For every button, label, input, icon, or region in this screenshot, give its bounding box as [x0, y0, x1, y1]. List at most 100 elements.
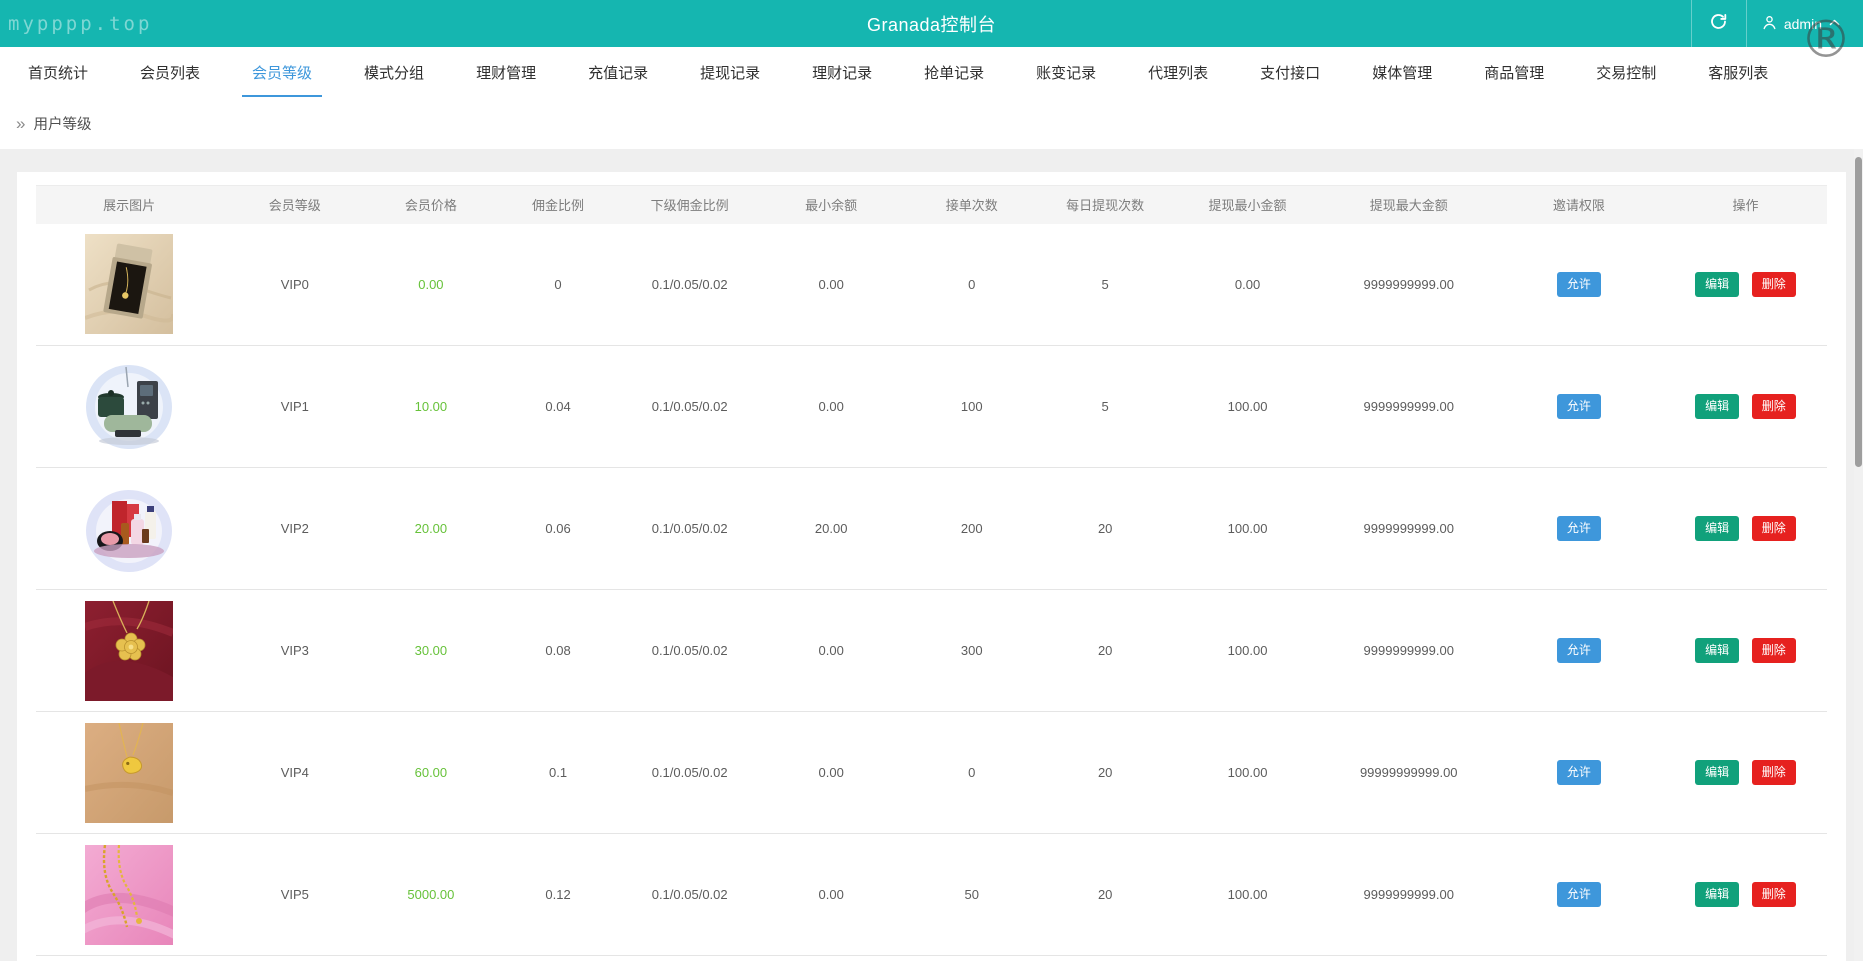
- product-image-jewelry-box-necklace: [85, 234, 174, 335]
- username: admin: [1783, 15, 1822, 32]
- table-header-row: 展示图片 会员等级 会员价格 佣金比例 下级佣金比例 最小余额 接单次数 每日提现次数 提现最小…: [36, 185, 1827, 224]
- column-header: 提现最大金额: [1323, 185, 1494, 224]
- cell-min-balance: 0.00: [757, 345, 905, 468]
- column-header: 每日提现次数: [1038, 185, 1172, 224]
- cell-min-withdraw: 100.00: [1171, 345, 1324, 468]
- cell-commission-rate: 0.1: [494, 711, 622, 834]
- column-header: 佣金比例: [494, 185, 622, 224]
- breadcrumb: » 用户等级: [0, 97, 1863, 149]
- cell-min-withdraw: 100.00: [1171, 589, 1324, 712]
- table-row: VIP0 0.00 0 0.1/0.05/0.02 0.00 0 5 0.00 …: [36, 223, 1827, 346]
- cell-order-count: 300: [904, 589, 1039, 712]
- cell-min-balance: 0.00: [757, 589, 905, 712]
- cell-daily-withdraw-count: 20: [1038, 467, 1172, 590]
- table-row: VIP2 20.00 0.06 0.1/0.05/0.02 20.00 200 …: [36, 467, 1827, 590]
- delete-button[interactable]: 删除: [1751, 515, 1796, 542]
- content-area: 展示图片 会员等级 会员价格 佣金比例 下级佣金比例 最小余额 接单次数 每日提现次数 提现最小…: [0, 149, 1863, 961]
- delete-button[interactable]: 删除: [1751, 637, 1796, 664]
- cell-member-price: 30.00: [367, 589, 495, 712]
- cell-min-balance: 0.00: [757, 223, 905, 346]
- nav-tab-7[interactable]: 提现记录: [674, 47, 786, 97]
- cell-min-balance: 20.00: [757, 467, 905, 590]
- nav-tab-14[interactable]: 商品管理: [1458, 47, 1570, 97]
- product-image-gold-necklace: [85, 844, 174, 945]
- edit-button[interactable]: 编辑: [1695, 637, 1740, 664]
- nav-tab-10[interactable]: 账变记录: [1010, 47, 1122, 97]
- nav-tab-2[interactable]: 会员列表: [114, 47, 226, 97]
- nav-tab-16[interactable]: 客服列表: [1682, 47, 1794, 97]
- cell-member-level: VIP4: [222, 711, 368, 834]
- edit-button[interactable]: 编辑: [1695, 393, 1740, 420]
- site-watermark: mypppp.top: [8, 13, 153, 35]
- user-menu[interactable]: admin: [1747, 0, 1855, 47]
- cell-member-price: 5000.00: [367, 833, 495, 956]
- refresh-button[interactable]: [1692, 0, 1746, 47]
- edit-button[interactable]: 编辑: [1695, 881, 1740, 908]
- allow-button[interactable]: 允许: [1556, 393, 1601, 420]
- nav-tab-12[interactable]: 支付接口: [1234, 47, 1346, 97]
- cell-sub-commission-rate: 0.1/0.05/0.02: [621, 467, 758, 590]
- cell-min-withdraw: 100.00: [1171, 467, 1324, 590]
- nav-tab-15[interactable]: 交易控制: [1570, 47, 1682, 97]
- allow-button[interactable]: 允许: [1556, 881, 1601, 908]
- cell-max-withdraw: 9999999999.00: [1323, 223, 1494, 346]
- nav-tab-5[interactable]: 理财管理: [450, 47, 562, 97]
- vip-levels-table: 展示图片 会员等级 会员价格 佣金比例 下级佣金比例 最小余额 接单次数 每日提现次数 提现最小…: [36, 185, 1827, 956]
- cell-sub-commission-rate: 0.1/0.05/0.02: [621, 223, 758, 346]
- edit-button[interactable]: 编辑: [1695, 271, 1740, 297]
- allow-button[interactable]: 允许: [1556, 515, 1601, 542]
- column-header: 接单次数: [904, 185, 1039, 224]
- cell-commission-rate: 0: [494, 223, 622, 346]
- vertical-scrollbar[interactable]: [1854, 149, 1863, 961]
- cell-member-level: VIP3: [222, 589, 368, 712]
- nav-tab-3[interactable]: 会员等级: [226, 47, 338, 97]
- column-header: 下级佣金比例: [621, 185, 758, 224]
- cell-member-level: VIP5: [222, 833, 368, 956]
- cell-sub-commission-rate: 0.1/0.05/0.02: [621, 345, 758, 468]
- edit-button[interactable]: 编辑: [1695, 759, 1740, 786]
- scrollbar-thumb[interactable]: [1855, 157, 1862, 467]
- cell-order-count: 0: [904, 711, 1039, 834]
- nav-tab-1[interactable]: 首页统计: [2, 47, 114, 97]
- cell-member-price: 60.00: [367, 711, 495, 834]
- column-header: 会员等级: [222, 185, 368, 224]
- cell-sub-commission-rate: 0.1/0.05/0.02: [621, 589, 758, 712]
- main-nav: 首页统计 会员列表 会员等级 模式分组 理财管理 充值记录 提现记录 理财记录 抢单记录 账变记录…: [0, 47, 1863, 97]
- header-actions: admin: [1690, 0, 1855, 47]
- delete-button[interactable]: 删除: [1751, 393, 1796, 420]
- app-header: mypppp.top Granada控制台 admin: [0, 0, 1863, 47]
- cell-member-price: 20.00: [367, 467, 495, 590]
- allow-button[interactable]: 允许: [1556, 271, 1601, 297]
- product-image-gold-flower-pendant: [85, 600, 174, 701]
- nav-tab-4[interactable]: 模式分组: [338, 47, 450, 97]
- delete-button[interactable]: 删除: [1751, 759, 1796, 786]
- edit-button[interactable]: 编辑: [1695, 515, 1740, 542]
- nav-tab-6[interactable]: 充值记录: [562, 47, 674, 97]
- cell-order-count: 200: [904, 467, 1039, 590]
- cell-order-count: 100: [904, 345, 1039, 468]
- cell-daily-withdraw-count: 20: [1038, 589, 1172, 712]
- cell-min-withdraw: 0.00: [1171, 223, 1324, 346]
- cell-max-withdraw: 99999999999.00: [1323, 711, 1494, 834]
- double-chevron-right-icon: »: [16, 113, 26, 133]
- nav-tab-11[interactable]: 代理列表: [1122, 47, 1234, 97]
- breadcrumb-label: 用户等级: [33, 116, 92, 133]
- cell-daily-withdraw-count: 5: [1038, 223, 1172, 346]
- column-header: 邀请权限: [1493, 185, 1664, 224]
- cell-min-withdraw: 100.00: [1171, 833, 1324, 956]
- cell-member-level: VIP1: [222, 345, 368, 468]
- nav-tab-8[interactable]: 理财记录: [786, 47, 898, 97]
- cell-min-withdraw: 100.00: [1171, 711, 1324, 834]
- column-header: 提现最小金额: [1171, 185, 1324, 224]
- allow-button[interactable]: 允许: [1556, 759, 1601, 786]
- nav-tab-13[interactable]: 媒体管理: [1346, 47, 1458, 97]
- delete-button[interactable]: 删除: [1751, 271, 1796, 297]
- allow-button[interactable]: 允许: [1556, 637, 1601, 664]
- cell-commission-rate: 0.04: [494, 345, 622, 468]
- nav-tab-9[interactable]: 抢单记录: [898, 47, 1010, 97]
- delete-button[interactable]: 删除: [1751, 881, 1796, 908]
- table-row: VIP3 30.00 0.08 0.1/0.05/0.02 0.00 300 2…: [36, 589, 1827, 712]
- cell-max-withdraw: 9999999999.00: [1323, 467, 1494, 590]
- cell-member-price: 10.00: [367, 345, 495, 468]
- user-icon: [1761, 14, 1778, 34]
